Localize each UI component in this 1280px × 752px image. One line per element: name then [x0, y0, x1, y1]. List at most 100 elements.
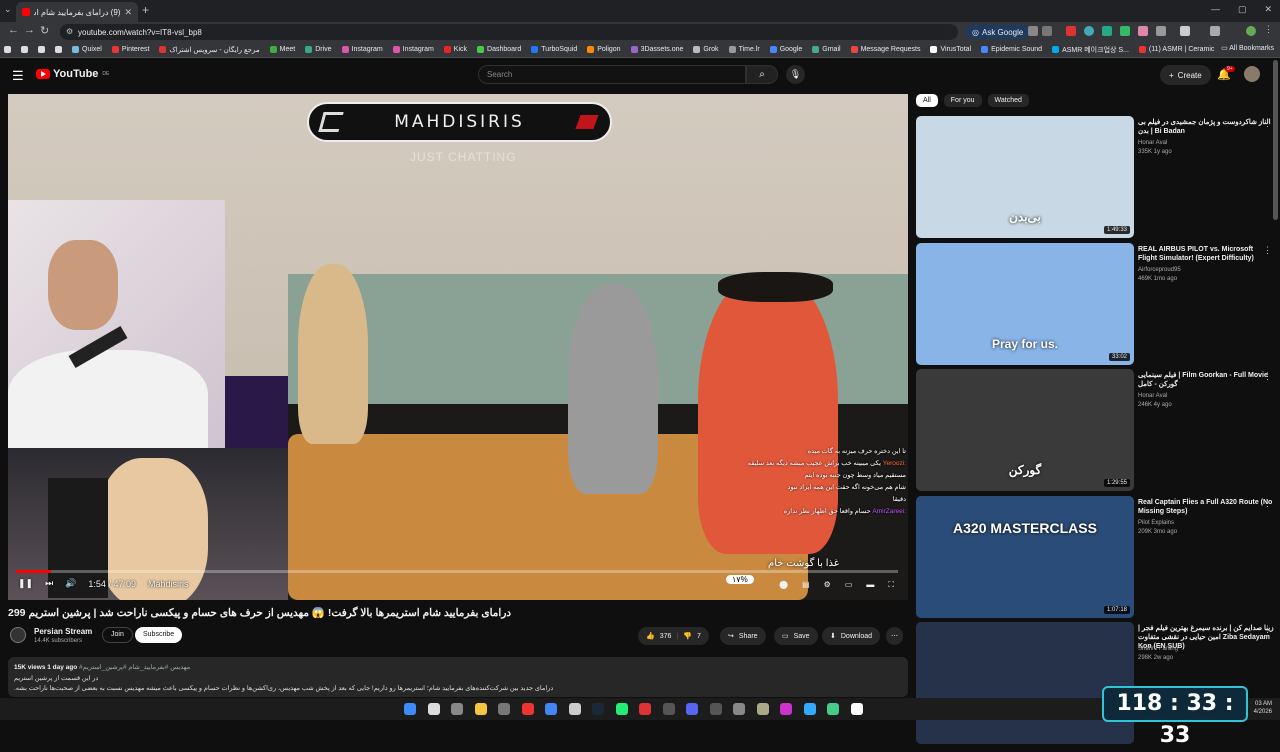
app-icon[interactable] — [662, 703, 675, 715]
filter-chip-all[interactable]: All — [916, 94, 938, 107]
file-explorer-icon[interactable] — [474, 703, 487, 715]
close-tab-icon[interactable]: ✕ — [124, 7, 132, 18]
site-info-icon[interactable]: ⚙ — [66, 27, 73, 36]
new-tab-icon[interactable]: + — [142, 3, 149, 17]
settings-icon[interactable] — [498, 703, 510, 715]
app-icon[interactable] — [615, 703, 628, 715]
chrome-icon[interactable] — [545, 703, 557, 715]
like-icon[interactable]: 👍 — [646, 632, 655, 640]
video-thumbnail[interactable]: گورکن 1:29:55 — [916, 369, 1134, 491]
system-clock[interactable]: 03 AM 4/2026 — [1254, 700, 1272, 716]
miniplayer-icon[interactable]: ▭ — [845, 580, 853, 590]
bookmark-app-icon[interactable] — [21, 46, 28, 53]
bookmark-item[interactable]: TurboSquid — [531, 46, 577, 53]
autoplay-toggle-icon[interactable]: ⬤ — [779, 580, 788, 590]
filter-chip-watched[interactable]: Watched — [987, 94, 1029, 107]
recommendation-channel[interactable]: Pilot Explains — [1138, 520, 1174, 526]
more-options-icon[interactable]: ⋮ — [1263, 245, 1272, 256]
account-avatar[interactable] — [1244, 66, 1260, 82]
menu-dots-icon[interactable]: ⋮ — [1264, 24, 1274, 34]
bookmark-item[interactable]: Gmail — [812, 46, 841, 53]
windows-start-icon[interactable] — [404, 703, 416, 715]
extension-icon[interactable] — [1066, 26, 1076, 36]
create-button[interactable]: + Create — [1160, 65, 1211, 85]
theater-mode-icon[interactable]: ▬ — [866, 580, 874, 590]
save-button[interactable]: ▭ Save — [774, 627, 818, 645]
share-button[interactable]: ↪ Share — [720, 627, 766, 645]
forward-icon[interactable]: → — [24, 24, 35, 36]
bookmark-item[interactable]: Kick — [443, 46, 467, 53]
menu-hamburger-icon[interactable]: ☰ — [12, 68, 24, 84]
maximize-icon[interactable]: ▢ — [1238, 4, 1247, 15]
bookmark-item[interactable]: مرجع رایگان - سرویس اشتراک — [159, 46, 260, 54]
app-icon[interactable] — [827, 703, 839, 715]
video-thumbnail[interactable]: Pray for us. 33:02 — [916, 242, 1134, 365]
page-scrollbar[interactable] — [1273, 60, 1278, 220]
search-taskbar-icon[interactable] — [427, 703, 440, 715]
fullscreen-icon[interactable]: ⛶ — [888, 580, 894, 590]
extensions-puzzle-icon[interactable] — [1156, 26, 1166, 36]
video-thumbnail[interactable] — [916, 622, 1134, 744]
download-icon[interactable] — [1180, 26, 1190, 36]
bookmark-item[interactable]: Message Requests — [850, 46, 920, 53]
more-options-icon[interactable]: ⋮ — [1263, 371, 1272, 382]
download-button[interactable]: ⬇ Download — [822, 627, 881, 645]
all-bookmarks-button[interactable]: ▭ All Bookmarks — [1215, 44, 1274, 52]
subscribe-button[interactable]: Subscribe — [135, 627, 183, 643]
recommendation-item[interactable]: بی‌بدن 1:49:33 الناز شاکردوست و پژمان جمشی… — [916, 116, 1276, 238]
steam-icon[interactable] — [592, 703, 604, 715]
opera-icon[interactable] — [521, 703, 534, 715]
recommendation-channel[interactable]: Shahre Farang — [1138, 646, 1178, 652]
bookmark-item[interactable]: Dashboard — [477, 46, 521, 53]
progress-bar[interactable] — [16, 570, 898, 573]
chapter-label[interactable]: Mahdisiris — [148, 579, 189, 589]
recommendation-channel[interactable]: Honar Aval — [1138, 393, 1167, 399]
search-button[interactable]: ⌕ — [746, 65, 778, 84]
recommendation-item[interactable]: A320 MASTERCLASS 1:07:18 Real Captain Flie… — [916, 495, 1276, 618]
bookmark-star-icon[interactable] — [1042, 26, 1052, 36]
minimize-icon[interactable]: — — [1211, 4, 1220, 15]
bookmark-item[interactable]: VirusTotal — [930, 46, 971, 53]
join-button[interactable]: Join — [102, 627, 133, 643]
bookmark-item[interactable]: (11) ASMR | Ceramic... — [1138, 46, 1220, 53]
subtitles-icon[interactable]: ▤ — [802, 580, 810, 590]
extension-icon[interactable] — [1138, 26, 1148, 36]
more-options-icon[interactable]: ⋮ — [1263, 498, 1272, 509]
pause-icon[interactable]: ❚❚ — [18, 578, 33, 589]
bookmark-app-icon[interactable] — [38, 46, 45, 53]
bookmark-item[interactable]: Instagram — [392, 46, 434, 53]
extension-icon[interactable] — [1120, 26, 1130, 36]
settings-gear-icon[interactable]: ⚙ — [824, 580, 831, 590]
channel-name[interactable]: Persian Stream — [34, 627, 92, 636]
address-bar[interactable]: ⚙ youtube.com/watch?v=IT8-vsl_bp8 — [60, 24, 958, 40]
bookmark-item[interactable]: Grok — [693, 46, 719, 53]
hashtags[interactable]: #مهدیس #بفرمایید_شام #پرشین_استریم — [79, 664, 190, 671]
recommendation-channel[interactable]: Airforceproud95 — [1138, 267, 1181, 273]
app-icon[interactable] — [803, 703, 816, 715]
recommendation-item[interactable]: زیبا صدایم کن | برنده سیمرغ بهترین فیلم … — [916, 622, 1276, 744]
volume-icon[interactable]: 🔊 — [65, 578, 76, 589]
filter-chip-for-you[interactable]: For you — [943, 94, 982, 107]
app-icon[interactable] — [756, 703, 769, 715]
voice-search-button[interactable]: 🎙 — [786, 65, 805, 84]
bookmark-item[interactable]: 3Dassets.one — [630, 46, 683, 53]
bookmark-app-icon[interactable] — [4, 46, 11, 53]
profile-avatar-icon[interactable] — [1246, 26, 1256, 36]
tab-search-icon[interactable]: ⌄ — [4, 4, 12, 15]
next-icon[interactable]: ⏭ — [45, 578, 53, 589]
more-actions-button[interactable]: ⋯ — [886, 627, 903, 645]
app-icon[interactable] — [709, 703, 722, 715]
app-icon[interactable] — [639, 703, 651, 715]
recommendation-item[interactable]: Pray for us. 33:02 REAL AIRBUS PILOT vs. M… — [916, 242, 1276, 365]
more-options-icon[interactable]: ⋮ — [1263, 624, 1272, 635]
recommendation-title[interactable]: REAL AIRBUS PILOT vs. Microsoft Flight S… — [1138, 245, 1274, 263]
discord-icon[interactable] — [686, 703, 698, 715]
bookmark-item[interactable]: Google — [769, 46, 802, 53]
bookmark-item[interactable]: Time.lr — [728, 46, 760, 53]
sidebar-icon[interactable] — [1210, 26, 1220, 36]
bookmark-item[interactable]: Epidemic Sound — [981, 46, 1042, 53]
bookmark-item[interactable]: Pinterest — [111, 46, 149, 53]
recommendation-channel[interactable]: Honar Aval — [1138, 140, 1167, 146]
extension-icon[interactable] — [1102, 26, 1112, 36]
like-count[interactable]: 376 — [660, 633, 672, 640]
